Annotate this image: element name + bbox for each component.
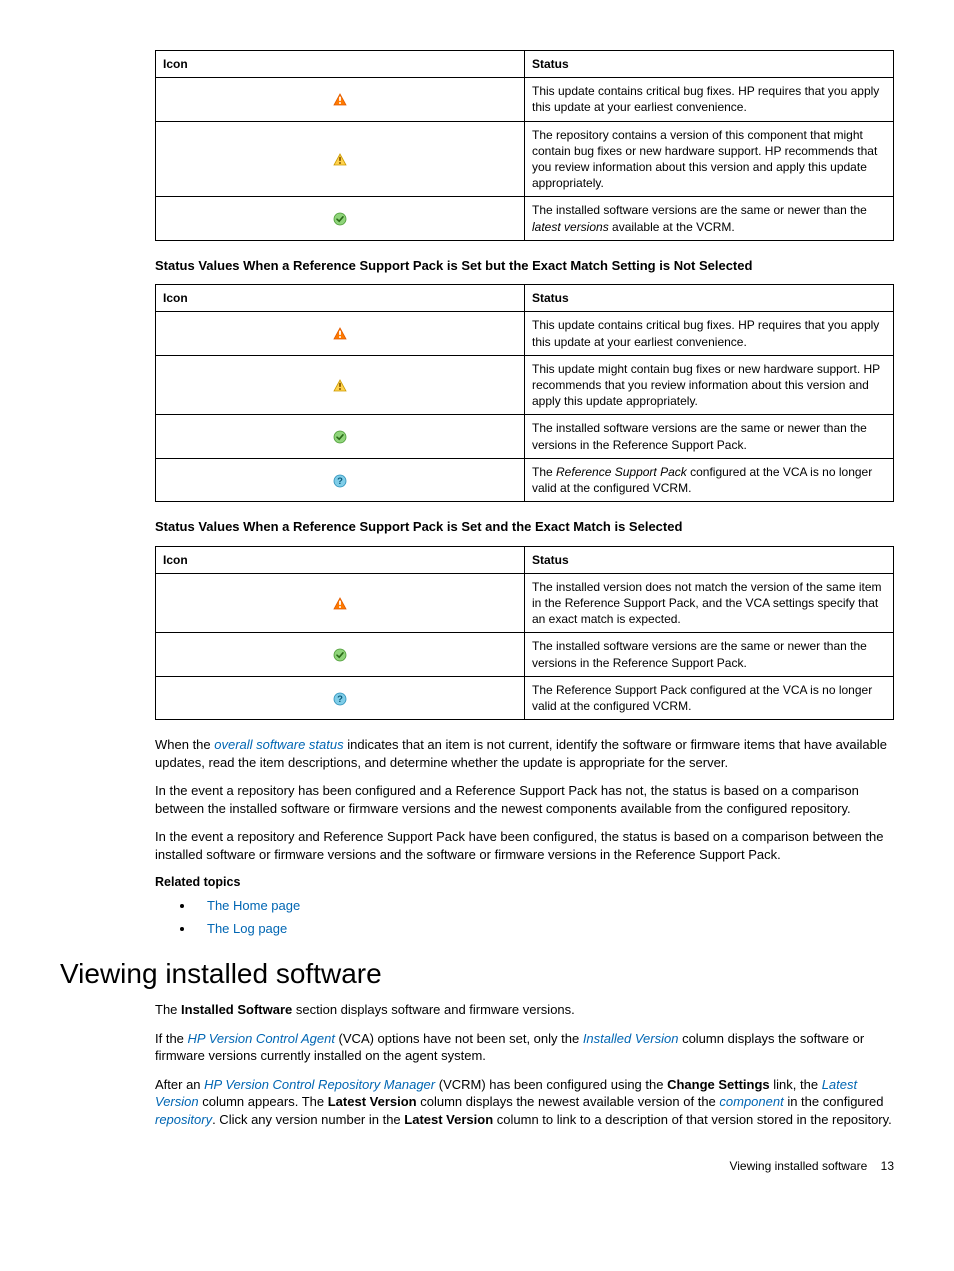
status-cell: This update contains critical bug fixes.…	[525, 312, 894, 355]
paragraph: When the overall software status indicat…	[155, 736, 894, 771]
link-installed-version[interactable]: Installed Version	[583, 1031, 679, 1046]
table-row: The installed software versions are the …	[156, 415, 894, 458]
table-row: The repository contains a version of thi…	[156, 121, 894, 197]
critical-icon	[333, 93, 347, 107]
link-repository[interactable]: repository	[155, 1112, 212, 1127]
table-row: The Reference Support Pack configured at…	[156, 458, 894, 501]
link-component[interactable]: component	[719, 1094, 783, 1109]
icon-cell	[156, 78, 525, 121]
icon-cell	[156, 197, 525, 240]
icon-cell	[156, 121, 525, 197]
table-row: This update contains critical bug fixes.…	[156, 78, 894, 121]
status-table-1: Icon Status This update contains critica…	[155, 50, 894, 241]
status-table-2: Icon Status This update contains critica…	[155, 284, 894, 502]
ok-icon	[333, 212, 347, 226]
status-cell: The installed version does not match the…	[525, 573, 894, 633]
paragraph: The Installed Software section displays …	[155, 1001, 894, 1019]
status-table-3: Icon Status The installed version does n…	[155, 546, 894, 721]
status-cell: This update might contain bug fixes or n…	[525, 355, 894, 415]
table-row: The installed software versions are the …	[156, 633, 894, 676]
table-row: This update might contain bug fixes or n…	[156, 355, 894, 415]
critical-icon	[333, 597, 347, 611]
paragraph: If the HP Version Control Agent (VCA) op…	[155, 1030, 894, 1065]
link-vca[interactable]: HP Version Control Agent	[188, 1031, 335, 1046]
warning-icon	[333, 379, 347, 393]
icon-cell	[156, 312, 525, 355]
page-footer: Viewing installed software 13	[60, 1158, 894, 1174]
paragraph: In the event a repository and Reference …	[155, 828, 894, 863]
status-cell: The Reference Support Pack configured at…	[525, 676, 894, 719]
table-header: Status	[525, 285, 894, 312]
warning-icon	[333, 153, 347, 167]
status-cell: The installed software versions are the …	[525, 415, 894, 458]
icon-cell	[156, 573, 525, 633]
paragraph: After an HP Version Control Repository M…	[155, 1076, 894, 1129]
status-cell: The installed software versions are the …	[525, 197, 894, 240]
related-topics-label: Related topics	[155, 874, 894, 891]
table-row: This update contains critical bug fixes.…	[156, 312, 894, 355]
status-cell: This update contains critical bug fixes.…	[525, 78, 894, 121]
status-cell: The Reference Support Pack configured at…	[525, 458, 894, 501]
table-header: Status	[525, 51, 894, 78]
link-overall-software-status[interactable]: overall software status	[214, 737, 343, 752]
table-header: Icon	[156, 546, 525, 573]
subheading-2: Status Values When a Reference Support P…	[155, 257, 894, 275]
table-header: Icon	[156, 285, 525, 312]
icon-cell	[156, 676, 525, 719]
table-header: Icon	[156, 51, 525, 78]
icon-cell	[156, 633, 525, 676]
related-topics-list: The Home page The Log page	[155, 897, 894, 937]
link-log-page[interactable]: The Log page	[207, 921, 287, 936]
table-row: The installed software versions are the …	[156, 197, 894, 240]
table-header: Status	[525, 546, 894, 573]
icon-cell	[156, 355, 525, 415]
link-home-page[interactable]: The Home page	[207, 898, 300, 913]
subheading-3: Status Values When a Reference Support P…	[155, 518, 894, 536]
question-icon	[333, 474, 347, 488]
ok-icon	[333, 430, 347, 444]
table-row: The Reference Support Pack configured at…	[156, 676, 894, 719]
icon-cell	[156, 415, 525, 458]
page-title: Viewing installed software	[60, 955, 894, 993]
table-row: The installed version does not match the…	[156, 573, 894, 633]
ok-icon	[333, 648, 347, 662]
icon-cell	[156, 458, 525, 501]
question-icon	[333, 692, 347, 706]
critical-icon	[333, 327, 347, 341]
status-cell: The repository contains a version of thi…	[525, 121, 894, 197]
link-vcrm[interactable]: HP Version Control Repository Manager	[204, 1077, 435, 1092]
paragraph: In the event a repository has been confi…	[155, 782, 894, 817]
status-cell: The installed software versions are the …	[525, 633, 894, 676]
